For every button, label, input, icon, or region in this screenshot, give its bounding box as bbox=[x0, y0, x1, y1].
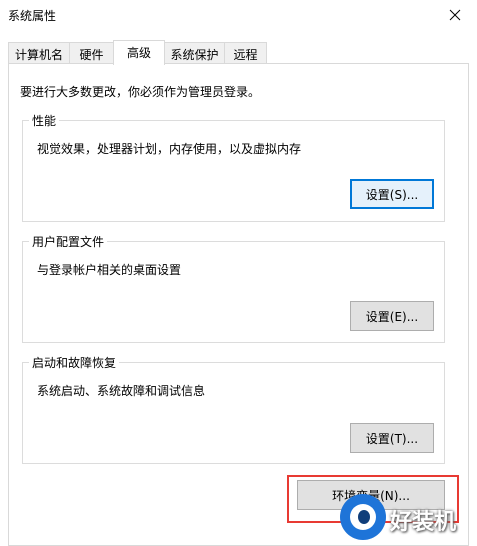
startup-recovery-group-label: 启动和故障恢复 bbox=[29, 354, 120, 371]
tab-remote[interactable]: 远程 bbox=[224, 42, 267, 64]
startup-recovery-settings-button[interactable]: 设置(T)... bbox=[350, 423, 434, 453]
user-profiles-description: 与登录帐户相关的桌面设置 bbox=[37, 263, 182, 277]
performance-description: 视觉效果，处理器计划，内存使用，以及虚拟内存 bbox=[37, 142, 302, 156]
tab-hardware[interactable]: 硬件 bbox=[69, 42, 114, 64]
watermark-text: 好装机 bbox=[390, 510, 457, 535]
watermark-logo: 好装机 bbox=[340, 494, 477, 544]
startup-recovery-group: 启动和故障恢复 系统启动、系统故障和调试信息 设置(T)... bbox=[22, 354, 445, 464]
user-profiles-group: 用户配置文件 与登录帐户相关的桌面设置 设置(E)... bbox=[22, 233, 445, 343]
performance-group: 性能 视觉效果，处理器计划，内存使用，以及虚拟内存 设置(S)... bbox=[22, 112, 445, 222]
user-profiles-group-label: 用户配置文件 bbox=[29, 233, 108, 250]
performance-group-label: 性能 bbox=[29, 112, 60, 129]
startup-recovery-description: 系统启动、系统故障和调试信息 bbox=[37, 384, 206, 398]
performance-settings-button[interactable]: 设置(S)... bbox=[350, 179, 434, 209]
close-icon bbox=[449, 9, 461, 21]
tab-system-protection[interactable]: 系统保护 bbox=[164, 42, 225, 64]
watermark-circle bbox=[340, 494, 386, 540]
tab-advanced[interactable]: 高级 bbox=[113, 40, 165, 65]
tab-strip: 计算机名 硬件 高级 系统保护 远程 bbox=[8, 40, 469, 65]
user-profiles-settings-button[interactable]: 设置(E)... bbox=[350, 301, 434, 331]
window-title: 系统属性 bbox=[8, 9, 57, 23]
eye-pupil bbox=[358, 510, 370, 524]
title-bar: 系统属性 bbox=[0, 0, 477, 30]
tab-computer-name[interactable]: 计算机名 bbox=[8, 42, 70, 64]
admin-note: 要进行大多数更改，你必须作为管理员登录。 bbox=[20, 85, 261, 99]
close-button[interactable] bbox=[433, 0, 477, 30]
